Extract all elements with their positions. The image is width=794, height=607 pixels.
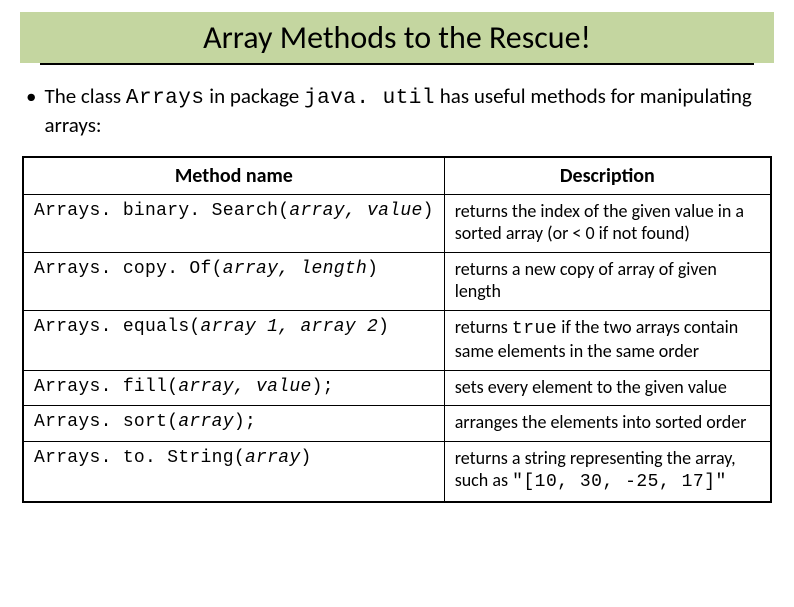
method-post: ); bbox=[234, 412, 256, 432]
description-cell: sets every element to the given value bbox=[444, 370, 771, 406]
table-row: Arrays. equals(array 1, array 2)returns … bbox=[23, 310, 771, 370]
method-args: array, length bbox=[223, 259, 367, 279]
desc-pre: returns bbox=[455, 316, 512, 338]
title-container: Array Methods to the Rescue! bbox=[20, 12, 774, 65]
table-row: Arrays. binary. Search(array, value)retu… bbox=[23, 194, 771, 252]
header-description: Description bbox=[444, 157, 771, 195]
method-cell: Arrays. to. String(array) bbox=[23, 441, 444, 502]
bullet-content: The class Arrays in package java. util h… bbox=[44, 83, 762, 140]
slide: Array Methods to the Rescue! • The class… bbox=[0, 12, 794, 607]
method-args: array, value bbox=[178, 377, 311, 397]
description-cell: returns a new copy of array of given len… bbox=[444, 252, 771, 310]
method-pre: Arrays. fill( bbox=[34, 377, 178, 397]
method-cell: Arrays. sort(array); bbox=[23, 406, 444, 442]
method-pre: Arrays. sort( bbox=[34, 412, 178, 432]
method-cell: Arrays. copy. Of(array, length) bbox=[23, 252, 444, 310]
method-cell: Arrays. binary. Search(array, value) bbox=[23, 194, 444, 252]
description-cell: arranges the elements into sorted order bbox=[444, 406, 771, 442]
method-args: array 1, array 2 bbox=[201, 317, 379, 337]
method-pre: Arrays. equals( bbox=[34, 317, 201, 337]
method-pre: Arrays. copy. Of( bbox=[34, 259, 223, 279]
title-underline bbox=[40, 63, 754, 65]
method-cell: Arrays. fill(array, value); bbox=[23, 370, 444, 406]
table-row: Arrays. fill(array, value); sets every el… bbox=[23, 370, 771, 406]
desc-pre: sets every element to the given value bbox=[455, 376, 727, 398]
method-cell: Arrays. equals(array 1, array 2) bbox=[23, 310, 444, 370]
slide-title: Array Methods to the Rescue! bbox=[36, 18, 758, 57]
method-post: ) bbox=[300, 448, 311, 468]
table-row: Arrays. to. String(array)returns a strin… bbox=[23, 441, 771, 502]
method-post: ) bbox=[423, 201, 434, 221]
title-bar: Array Methods to the Rescue! bbox=[20, 12, 774, 63]
desc-code: "[10, 30, -25, 17]" bbox=[512, 472, 727, 492]
description-cell: returns true if the two arrays contain s… bbox=[444, 310, 771, 370]
method-args: array bbox=[245, 448, 301, 468]
description-cell: returns the index of the given value in … bbox=[444, 194, 771, 252]
method-args: array bbox=[178, 412, 234, 432]
header-method: Method name bbox=[23, 157, 444, 195]
method-post: ) bbox=[378, 317, 389, 337]
description-cell: returns a string representing the array,… bbox=[444, 441, 771, 502]
desc-pre: arranges the elements into sorted order bbox=[455, 411, 747, 433]
table-row: Arrays. sort(array); arranges the element… bbox=[23, 406, 771, 442]
method-args: array, value bbox=[289, 201, 422, 221]
table-header-row: Method name Description bbox=[23, 157, 771, 195]
bullet-code-javautil: java. util bbox=[304, 87, 435, 110]
method-pre: Arrays. to. String( bbox=[34, 448, 245, 468]
bullet-icon: • bbox=[26, 83, 36, 140]
bullet-mid: in package bbox=[205, 83, 304, 109]
method-post: ) bbox=[367, 259, 378, 279]
desc-code: true bbox=[512, 319, 557, 339]
method-pre: Arrays. binary. Search( bbox=[34, 201, 289, 221]
method-post: ); bbox=[312, 377, 334, 397]
bullet-prefix: The class bbox=[44, 83, 125, 109]
table-row: Arrays. copy. Of(array, length)returns a… bbox=[23, 252, 771, 310]
methods-table: Method name Description Arrays. binary. … bbox=[22, 156, 772, 503]
desc-pre: returns the index of the given value in … bbox=[455, 200, 744, 245]
bullet-text: • The class Arrays in package java. util… bbox=[26, 83, 762, 140]
bullet-code-arrays: Arrays bbox=[126, 87, 205, 110]
desc-pre: returns a new copy of array of given len… bbox=[455, 258, 717, 303]
